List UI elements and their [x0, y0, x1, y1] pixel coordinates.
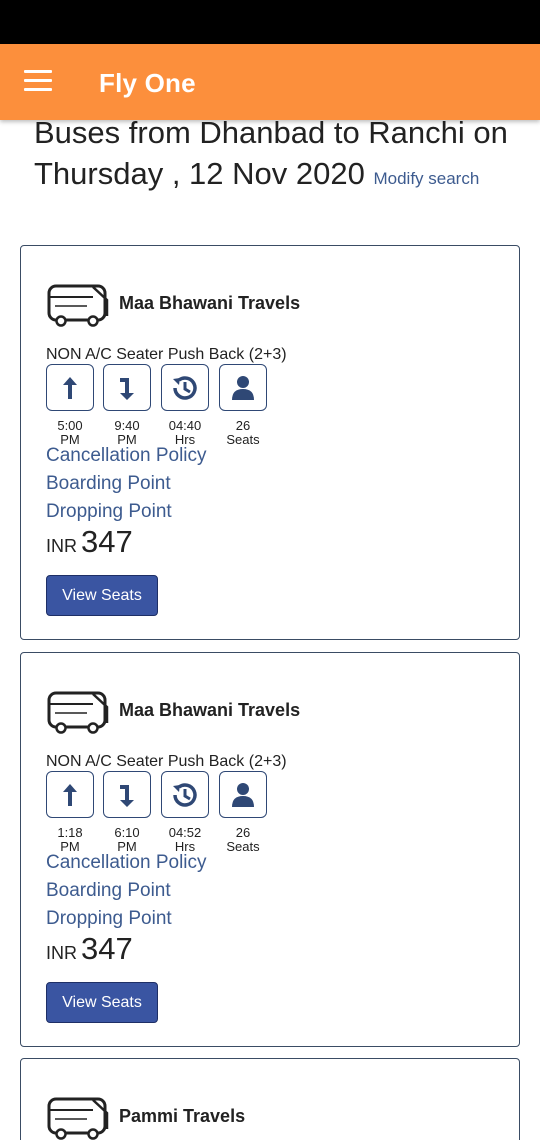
arrival-icon-box	[103, 771, 151, 818]
departure-arrow-icon	[63, 376, 77, 399]
boarding-point-link[interactable]: Boarding Point	[46, 880, 171, 902]
duration-clock-icon	[173, 375, 197, 400]
fare: INR 347	[46, 931, 133, 967]
cancellation-policy-link[interactable]: Cancellation Policy	[46, 445, 207, 467]
boarding-point-link[interactable]: Boarding Point	[46, 473, 171, 495]
fare-amount: 347	[81, 931, 133, 966]
menu-icon[interactable]	[24, 70, 52, 92]
seat-person-icon	[232, 375, 254, 400]
arrival-icon-box	[103, 364, 151, 411]
bus-card: Maa Bhawani Travels NON A/C Seater Push …	[20, 245, 520, 640]
duration-icon-box	[161, 364, 209, 411]
journey-duration: 04:40 Hrs	[168, 418, 202, 447]
bus-type: NON A/C Seater Push Back (2+3)	[46, 753, 287, 770]
bus-card: Pammi Travels	[20, 1058, 520, 1140]
journey-duration: 04:52 Hrs	[168, 825, 202, 854]
search-heading: Buses from Dhanbad to Ranchi on Thursday…	[34, 112, 514, 199]
arrival-time: 9:40 PM	[114, 418, 140, 447]
departure-time: 5:00 PM	[57, 418, 83, 447]
modify-search-link[interactable]: Modify search	[373, 169, 479, 188]
bus-card: Maa Bhawani Travels NON A/C Seater Push …	[20, 652, 520, 1047]
seat-person-icon	[232, 782, 254, 807]
departure-time: 1:18 PM	[57, 825, 83, 854]
operator-name: Maa Bhawani Travels	[119, 700, 301, 720]
arrival-time: 6:10 PM	[114, 825, 140, 854]
available-seats: 26 Seats	[226, 825, 260, 854]
cancellation-policy-link[interactable]: Cancellation Policy	[46, 852, 207, 874]
departure-arrow-icon	[63, 783, 77, 806]
departure-icon-box	[46, 771, 94, 818]
view-seats-button[interactable]: View Seats	[46, 575, 158, 616]
dropping-point-link[interactable]: Dropping Point	[46, 908, 172, 930]
fare: INR 347	[46, 524, 133, 560]
duration-icon-box	[161, 771, 209, 818]
duration-clock-icon	[173, 782, 197, 807]
available-seats: 26 Seats	[226, 418, 260, 447]
arrival-arrow-icon	[120, 784, 134, 807]
currency: INR	[46, 536, 77, 556]
bus-icon	[47, 284, 109, 327]
operator-name: Maa Bhawani Travels	[119, 293, 301, 313]
bus-type: NON A/C Seater Push Back (2+3)	[46, 346, 287, 363]
bus-icon	[47, 691, 109, 734]
currency: INR	[46, 943, 77, 963]
bus-icon	[47, 1097, 109, 1140]
seats-icon-box	[219, 771, 267, 818]
dropping-point-link[interactable]: Dropping Point	[46, 501, 172, 523]
view-seats-button[interactable]: View Seats	[46, 982, 158, 1023]
operator-name: Pammi Travels	[119, 1106, 246, 1126]
seats-icon-box	[219, 364, 267, 411]
fare-amount: 347	[81, 524, 133, 559]
app-bar: Fly One	[0, 44, 540, 120]
departure-icon-box	[46, 364, 94, 411]
arrival-arrow-icon	[120, 377, 134, 400]
results-content[interactable]: Buses from Dhanbad to Ranchi on Thursday…	[0, 0, 540, 1140]
app-title: Fly One	[99, 68, 196, 98]
